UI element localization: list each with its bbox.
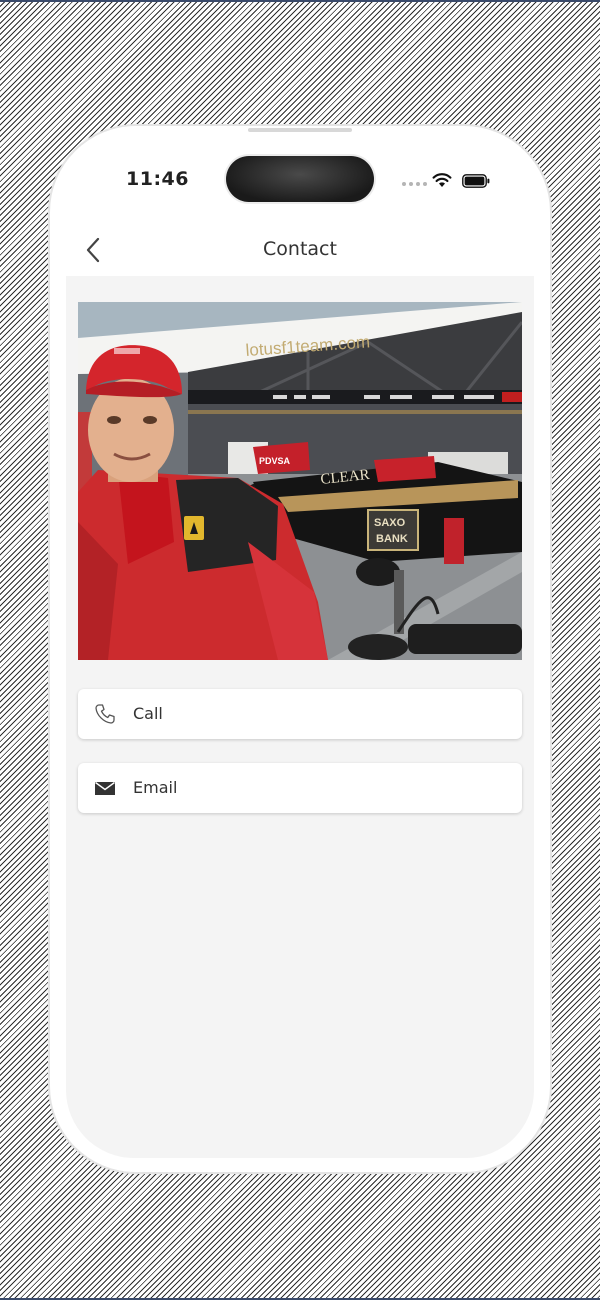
car-sponsor-saxo: SAXO (374, 517, 406, 529)
cellular-signal-icon (402, 182, 427, 186)
phone-icon (95, 704, 115, 724)
call-button[interactable]: Call (78, 689, 522, 739)
navigation-bar: Contact (66, 224, 534, 276)
page-title: Contact (263, 238, 337, 260)
frame-top-edge (0, 0, 600, 2)
email-label: Email (133, 778, 178, 797)
battery-icon (462, 174, 490, 188)
dynamic-island (226, 156, 374, 202)
content-area: lotusf1team.com PDVSA CLEAR SAXO BANK Ca… (66, 276, 534, 1158)
contact-photo: lotusf1team.com PDVSA CLEAR SAXO BANK (78, 302, 522, 660)
email-button[interactable]: Email (78, 763, 522, 813)
wifi-icon (432, 173, 452, 187)
call-label: Call (133, 704, 163, 723)
car-sponsor-bank: BANK (376, 533, 408, 545)
phone-screen: 11:46 Contact lotusf1team.com PDVSA CLEA… (66, 142, 534, 1158)
phone-top-speaker (248, 128, 352, 132)
status-time: 11:46 (126, 168, 189, 190)
car-sponsor-pdvsa: PDVSA (259, 456, 291, 466)
envelope-icon (95, 781, 115, 795)
status-bar: 11:46 (66, 142, 534, 222)
